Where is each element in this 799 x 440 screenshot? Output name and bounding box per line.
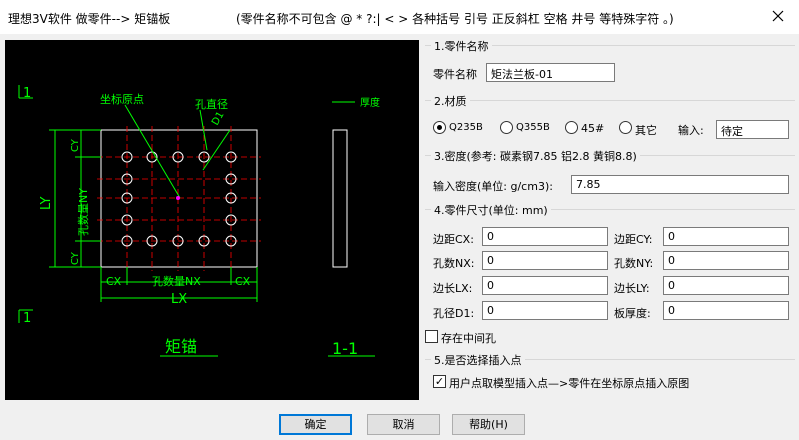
middle-hole-label[interactable]: 存在中间孔 [441,330,496,346]
group-density: 3.密度(参考: 碳素钢7.85 铝2.8 黄铜8.8) 输入密度(单位: g/… [425,148,795,195]
dim-ny-input[interactable]: 0 [663,251,789,270]
title-bar: 理想3V软件 做零件--> 矩锚板 (零件名称不可包含 @ * ?:| < > … [0,0,799,34]
group-part-name: 1.零件名称 零件名称 矩法兰板-01 [425,38,795,87]
material-input[interactable]: 待定 [716,120,789,139]
group-title-dimensions: 4.零件尺寸(单位: mm) [431,202,551,218]
radio-q355b-label[interactable]: Q355B [516,122,550,133]
drawing-title-label: 矩锚 [165,337,197,356]
insert-point-checkbox[interactable]: ✓ [433,375,446,388]
dim-thickness-input[interactable]: 0 [663,301,789,320]
cx-left-label: CX [106,275,122,288]
cx-right-label: CX [235,275,251,288]
radio-q355b[interactable] [500,121,513,134]
drawing-preview: 1 1 坐标原点 孔直径 D1 厚度 LY CY CY 孔数量NY CX CX … [5,40,419,400]
radio-q235b[interactable] [433,121,446,134]
part-name-label: 零件名称 [433,68,477,81]
close-icon [772,10,784,22]
drawing-labels: 1 1 坐标原点 孔直径 D1 厚度 LY CY CY 孔数量NY CX CX … [23,86,380,358]
dim-cy-label: 边距CY: [614,233,653,246]
dim-d1-input[interactable]: 0 [482,301,608,320]
window-title: 理想3V软件 做零件--> 矩锚板 [8,12,171,26]
ly-label: LY [39,196,54,210]
thickness-label: 厚度 [360,96,380,109]
group-title-density: 3.密度(参考: 碳素钢7.85 铝2.8 黄铜8.8) [431,148,640,164]
cy-top-label: CY [70,138,81,152]
dim-ly-input[interactable]: 0 [663,276,789,295]
ok-button[interactable]: 确定 [279,414,352,435]
group-insert-point: 5.是否选择插入点 ✓ 用户点取模型插入点—>零件在坐标原点插入原图 [425,352,795,399]
ny-label: 孔数量NY [77,188,90,236]
dim-nx-label: 孔数NX: [433,257,475,270]
origin-point [176,196,180,200]
nx-label: 孔数量NX [152,275,201,288]
group-title-insert-point: 5.是否选择插入点 [431,352,525,368]
group-material: 2.材质 Q235B Q355B 45# 其它 输入: 待定 [425,93,795,142]
dimension-lines [18,85,375,357]
lx-label: LX [171,292,187,307]
radio-other-label[interactable]: 其它 [635,122,657,138]
part-name-input[interactable]: 矩法兰板-01 [486,63,615,82]
density-label: 输入密度(单位: g/cm3): [433,180,553,193]
group-title-part-name: 1.零件名称 [431,38,492,54]
close-button[interactable] [765,4,791,28]
material-input-label: 输入: [678,124,704,137]
section-title-label: 1-1 [332,339,358,358]
density-input[interactable]: 7.85 [571,175,789,194]
dim-lx-label: 边长LX: [433,282,473,295]
radio-other[interactable] [619,121,632,134]
cy-bottom-label: CY [70,251,81,265]
dim-cx-input[interactable]: 0 [482,227,608,246]
section-label-top: 1 [23,86,31,101]
dim-cy-input[interactable]: 0 [663,227,789,246]
dim-lx-input[interactable]: 0 [482,276,608,295]
dim-d1-label: 孔径D1: [433,307,475,320]
hole-dia-label: 孔直径 [195,97,228,111]
dim-ny-label: 孔数NY: [614,257,654,270]
window-hint: (零件名称不可包含 @ * ?:| < > 各种括号 引号 正反斜杠 空格 井号… [236,12,674,26]
dim-ly-label: 边长LY: [614,282,650,295]
insert-point-label[interactable]: 用户点取模型插入点—>零件在坐标原点插入原图 [449,375,689,391]
origin-label: 坐标原点 [100,92,144,106]
d1-label: D1 [210,110,227,128]
group-title-material: 2.材质 [431,93,470,109]
help-button[interactable]: 帮助(H) [452,414,525,435]
dim-cx-label: 边距CX: [433,233,474,246]
group-dimensions: 4.零件尺寸(单位: mm) 边距CX: 0 边距CY: 0 孔数NX: 0 孔… [425,202,795,321]
drawing-svg: 1 1 坐标原点 孔直径 D1 厚度 LY CY CY 孔数量NY CX CX … [18,85,380,358]
radio-q235b-label[interactable]: Q235B [449,122,483,133]
radio-45[interactable] [565,121,578,134]
thickness-outline [332,129,348,268]
radio-45-label[interactable]: 45# [581,122,604,135]
cancel-button[interactable]: 取消 [367,414,440,435]
dim-thickness-label: 板厚度: [614,307,651,320]
dim-nx-input[interactable]: 0 [482,251,608,270]
section-label-bottom: 1 [23,311,31,326]
middle-hole-checkbox[interactable] [425,330,438,343]
